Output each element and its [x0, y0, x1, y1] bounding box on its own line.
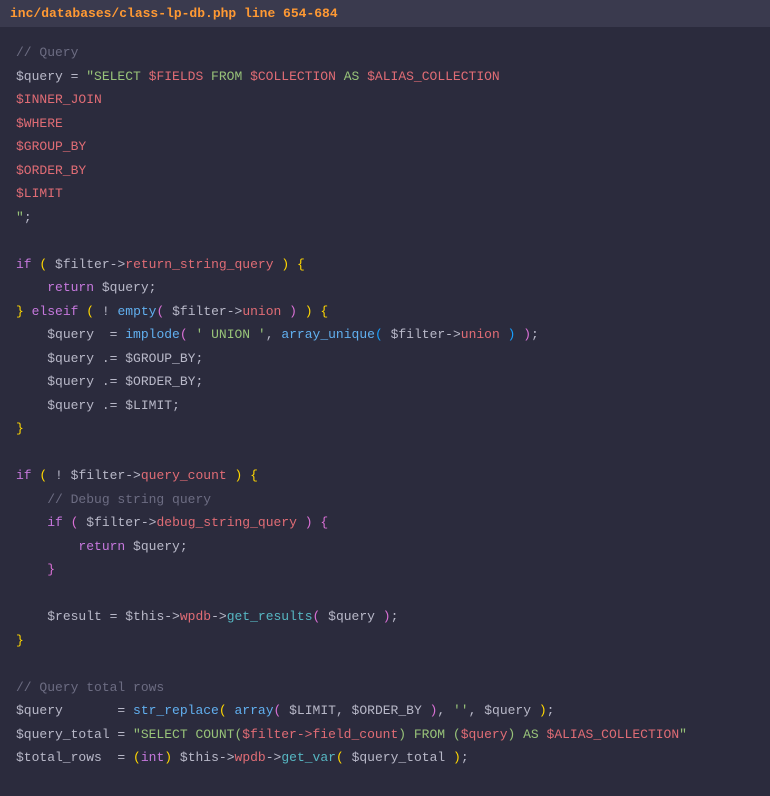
code-block: // Query $query = "SELECT $FIELDS FROM $… — [0, 27, 770, 784]
file-path-text: inc/databases/class-lp-db.php line 654-6… — [10, 6, 338, 21]
file-path-header: inc/databases/class-lp-db.php line 654-6… — [0, 0, 770, 27]
